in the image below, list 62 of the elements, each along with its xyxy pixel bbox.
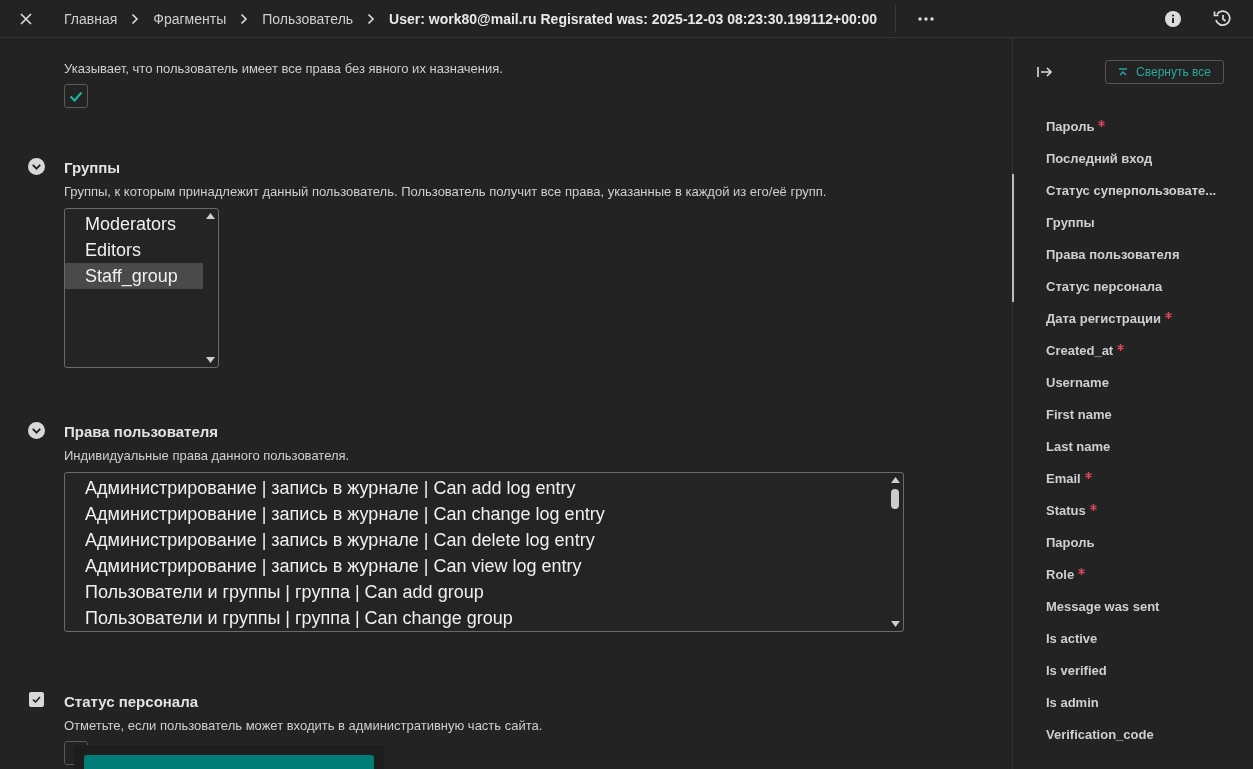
scroll-up-icon[interactable] — [206, 213, 215, 219]
list-option[interactable]: Администрирование | запись в журнале | Can view log entry — [65, 553, 888, 579]
history-icon[interactable] — [1213, 10, 1231, 27]
outline-link[interactable]: Статус персонала — [1046, 278, 1163, 294]
section-title: Права пользователя — [64, 421, 219, 442]
outline-link[interactable]: Последний вход — [1046, 150, 1153, 166]
multi-select-list[interactable] — [64, 472, 904, 632]
check-icon — [69, 90, 83, 102]
outline-link[interactable]: Пароль — [1046, 534, 1095, 550]
outline-link[interactable]: Verification_code — [1046, 726, 1154, 742]
close-icon[interactable] — [20, 12, 32, 25]
chevron-down-icon[interactable] — [27, 158, 45, 175]
outline-link[interactable]: Статус суперпользовате... — [1046, 182, 1217, 198]
outline-link[interactable]: Is admin — [1046, 694, 1099, 710]
scroll-down-icon[interactable] — [891, 621, 900, 627]
section-title: Статус персонала — [64, 691, 200, 712]
collapse-panel-icon[interactable] — [1037, 66, 1053, 78]
page-title: User: work80@mail.ru Regisrated was: 2025-12-03 08:23:30.199112+00:00 — [389, 10, 878, 27]
scrollbar-thumb[interactable] — [891, 489, 899, 509]
collapse-up-icon — [1118, 67, 1129, 77]
list-option[interactable]: Администрирование | запись в журнале | Can delete log entry — [65, 527, 888, 553]
checkbox-icon[interactable] — [28, 692, 44, 707]
list-option[interactable]: Администрирование | запись в журнале | Can change log entry — [65, 501, 888, 527]
outline-link[interactable]: Email — [1046, 470, 1081, 486]
breadcrumb-link[interactable]: Фрагменты — [153, 10, 227, 27]
outline-link[interactable]: Status — [1046, 502, 1086, 518]
collapse-all-button[interactable]: Свернуть все — [1105, 60, 1224, 84]
list-option[interactable]: Пользователи и группы | группа | Can change group — [65, 605, 888, 631]
section-description: Указывает, что пользователь имеет все права без явного их назначения. — [64, 61, 504, 76]
outline-link[interactable]: Username — [1046, 374, 1109, 390]
chevron-right-icon — [131, 12, 140, 25]
list-option[interactable]: Moderators — [65, 211, 203, 237]
scroll-up-icon[interactable] — [891, 477, 900, 483]
outline-link[interactable]: Role — [1046, 566, 1075, 582]
outline-link[interactable]: Message was sent — [1046, 598, 1160, 614]
info-icon[interactable] — [1165, 10, 1181, 27]
outline-link[interactable]: Is active — [1046, 630, 1098, 646]
list-option[interactable]: Staff_group — [65, 263, 203, 289]
chevron-right-icon — [240, 12, 249, 25]
chevron-down-icon[interactable] — [27, 422, 45, 439]
outline-link[interactable]: First name — [1046, 406, 1112, 422]
multi-select-list[interactable]: Moderators Editors Staff_group — [64, 208, 219, 368]
section-description: Группы, к которым принадлежит данный пользователь. Пользователь получит все права, указанные в каждой из его/её групп. — [64, 184, 828, 199]
list-option[interactable]: Пользователи и группы | группа | Can add group — [65, 579, 888, 605]
breadcrumb-link[interactable]: Главная — [64, 10, 118, 27]
outline-link[interactable]: Группы — [1046, 214, 1095, 230]
section-title: Группы — [64, 157, 122, 178]
more-icon[interactable] — [918, 16, 935, 21]
outline-link[interactable]: Дата регистрации — [1046, 310, 1162, 326]
outline-link[interactable]: Права пользователя — [1046, 246, 1180, 262]
section-description: Индивидуальные права данного пользователя. — [64, 448, 351, 463]
list-option[interactable]: Editors — [65, 237, 203, 263]
outline-link[interactable]: Last name — [1046, 438, 1111, 454]
section-description: Отметьте, если пользователь может входить в административную часть сайта. — [64, 718, 544, 733]
outline-link[interactable]: Is verified — [1046, 662, 1107, 678]
checkbox[interactable] — [64, 84, 88, 108]
scroll-down-icon[interactable] — [206, 357, 215, 363]
breadcrumb-link[interactable]: Пользователь — [262, 10, 354, 27]
list-option[interactable]: Администрирование | запись в журнале | Can add log entry — [65, 475, 888, 501]
outline-link[interactable]: Пароль — [1046, 118, 1095, 134]
outline-link[interactable]: Created_at — [1046, 342, 1114, 358]
chevron-right-icon — [367, 12, 376, 25]
